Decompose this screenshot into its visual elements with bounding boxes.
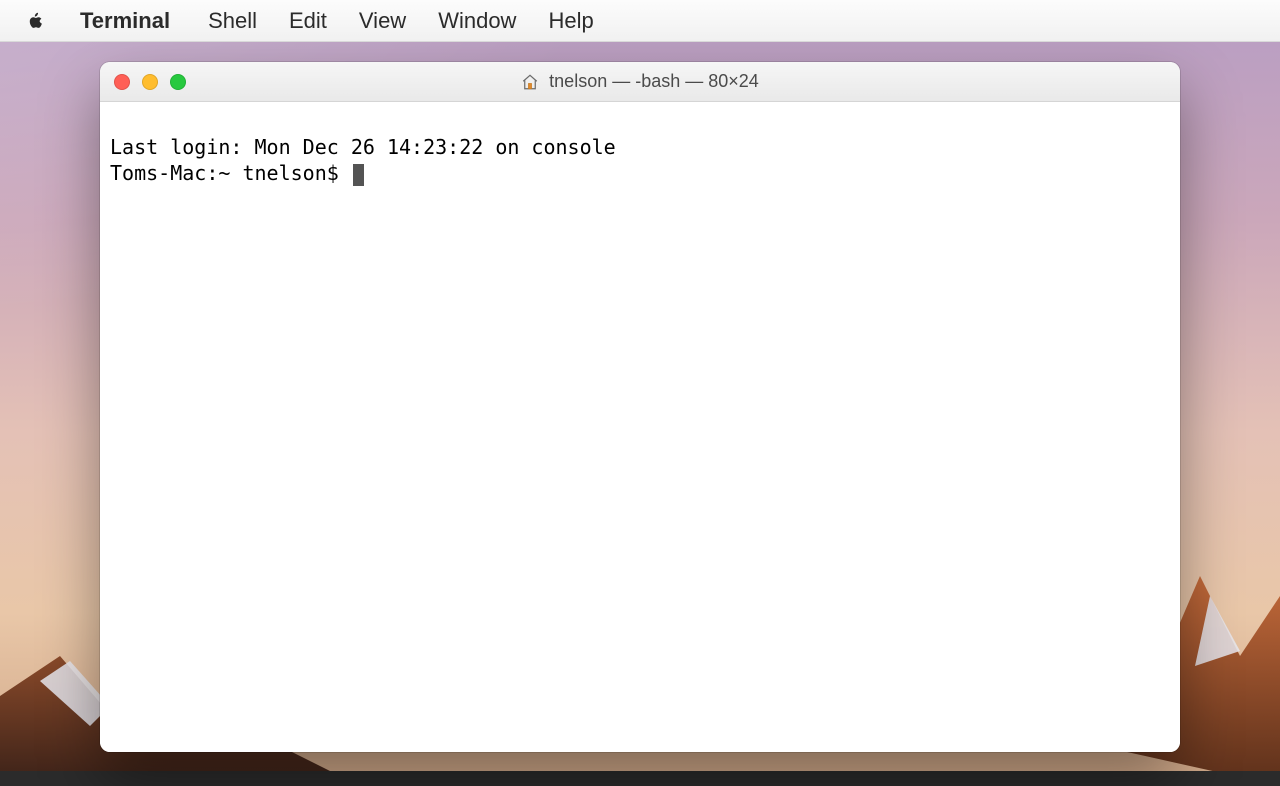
minimize-button[interactable]	[142, 74, 158, 90]
menubar-item-edit[interactable]: Edit	[273, 0, 343, 42]
menubar-appname[interactable]: Terminal	[76, 0, 192, 42]
window-traffic-lights	[114, 74, 186, 90]
menubar-item-help[interactable]: Help	[532, 0, 609, 42]
home-icon	[521, 73, 539, 91]
last-login-line: Last login: Mon Dec 26 14:23:22 on conso…	[110, 135, 616, 159]
terminal-output[interactable]: Last login: Mon Dec 26 14:23:22 on conso…	[100, 102, 1180, 752]
menubar-item-view[interactable]: View	[343, 0, 422, 42]
menubar-items: Terminal Shell Edit View Window Help	[76, 0, 610, 42]
window-title-text: tnelson — -bash — 80×24	[549, 71, 759, 92]
macos-menubar: Terminal Shell Edit View Window Help	[0, 0, 1280, 42]
close-button[interactable]	[114, 74, 130, 90]
desktop-background: Terminal Shell Edit View Window Help	[0, 0, 1280, 786]
menubar-item-window[interactable]: Window	[422, 0, 532, 42]
terminal-window: tnelson — -bash — 80×24 Last login: Mon …	[100, 62, 1180, 752]
shell-prompt: Toms-Mac:~ tnelson$	[110, 160, 351, 186]
apple-menu-icon[interactable]	[24, 10, 46, 32]
window-titlebar[interactable]: tnelson — -bash — 80×24	[100, 62, 1180, 102]
zoom-button[interactable]	[170, 74, 186, 90]
text-cursor	[353, 164, 364, 186]
menubar-item-shell[interactable]: Shell	[192, 0, 273, 42]
window-title: tnelson — -bash — 80×24	[100, 62, 1180, 101]
